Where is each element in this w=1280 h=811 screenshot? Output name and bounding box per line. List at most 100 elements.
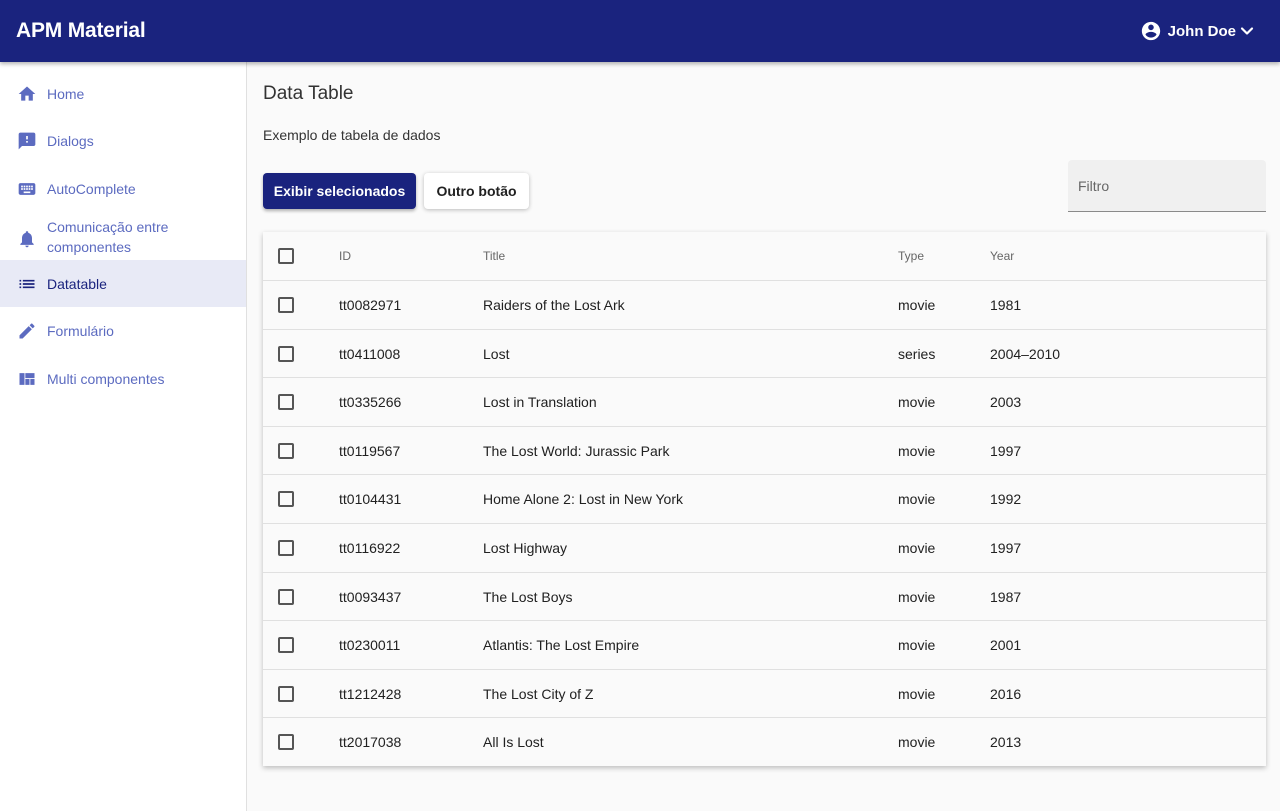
cell-title: The Lost World: Jurassic Park (483, 442, 670, 459)
cell-id: tt2017038 (339, 734, 402, 750)
sidebar-item-label: AutoComplete (47, 181, 136, 197)
sidebar-item-datatable[interactable]: Datatable (0, 260, 246, 307)
cell-type: movie (898, 297, 936, 313)
row-checkbox[interactable] (278, 588, 294, 605)
row-checkbox[interactable] (278, 394, 294, 410)
row-checkbox[interactable] (278, 685, 294, 702)
select-all-checkbox[interactable] (278, 248, 294, 264)
filter-input[interactable] (1068, 160, 1266, 211)
row-checkbox[interactable] (278, 540, 294, 556)
sidebar-item-multi-componentes[interactable]: Multi componentes (0, 359, 246, 399)
pencil-icon (17, 321, 37, 341)
cell-type: movie (898, 540, 936, 556)
table-row[interactable]: tt0230011 Atlantis: The Lost Empire movi… (263, 621, 1266, 670)
sidebar-item-formulario[interactable]: Formulário (0, 311, 246, 351)
table-row[interactable]: tt0104431 Home Alone 2: Lost in New York… (263, 475, 1266, 524)
cell-type: movie (898, 491, 936, 507)
header-year[interactable]: Year (990, 232, 1014, 280)
cell-type: movie (898, 734, 936, 750)
cell-id: tt1212428 (339, 685, 402, 702)
bell-icon (17, 229, 37, 249)
top-toolbar: APM Material John Doe (0, 0, 1280, 62)
cell-type: movie (898, 685, 936, 702)
table-row[interactable]: tt0116922 Lost Highway movie 1997 (263, 524, 1266, 573)
cell-id: tt0093437 (339, 588, 402, 605)
cell-type: series (898, 345, 936, 362)
sidebar-item-dialogs[interactable]: Dialogs (0, 121, 246, 161)
header-id[interactable]: ID (339, 232, 351, 280)
feedback-icon (17, 131, 37, 151)
cell-year: 1997 (990, 442, 1022, 459)
account-circle-icon (1140, 20, 1162, 42)
cell-id: tt0335266 (339, 394, 402, 410)
main-content: Data Table Exemplo de tabela de dados Ex… (248, 62, 1280, 811)
page-title: Data Table (263, 83, 354, 104)
cell-year: 2001 (990, 637, 1022, 653)
cell-year: 2003 (990, 394, 1022, 410)
cell-title: Atlantis: The Lost Empire (483, 637, 640, 653)
table-row[interactable]: tt0335266 Lost in Translation movie 2003 (263, 378, 1266, 427)
cell-title: Lost Highway (483, 540, 568, 556)
list-icon (17, 274, 37, 294)
row-checkbox[interactable] (278, 345, 294, 362)
table-row[interactable]: tt0093437 The Lost Boys movie 1987 (263, 573, 1266, 621)
cell-year: 1987 (990, 588, 1022, 605)
cell-title: The Lost Boys (483, 588, 573, 605)
cell-year: 1997 (990, 540, 1022, 556)
cell-year: 1992 (990, 491, 1022, 507)
sidebar-item-autocomplete[interactable]: AutoComplete (0, 169, 246, 209)
row-checkbox[interactable] (278, 442, 294, 459)
cell-title: Raiders of the Lost Ark (483, 297, 625, 313)
cell-type: movie (898, 637, 936, 653)
cell-id: tt0116922 (339, 540, 401, 556)
table-row[interactable]: tt0119567 The Lost World: Jurassic Park … (263, 427, 1266, 475)
keyboard-icon (17, 179, 37, 199)
cell-title: Lost in Translation (483, 394, 597, 410)
cell-id: tt0104431 (339, 491, 402, 507)
cell-year: 2004–2010 (990, 345, 1061, 362)
sidebar-item-comunicacao[interactable]: Comunicação entre componentes (0, 214, 246, 260)
filter-field (1068, 160, 1266, 212)
cell-title: The Lost City of Z (483, 685, 594, 702)
show-selected-button[interactable]: Exibir selecionados (263, 173, 416, 209)
page-subtitle: Exemplo de tabela de dados (263, 127, 441, 143)
dashboard-icon (17, 369, 37, 389)
user-name: John Doe (1167, 22, 1236, 40)
data-table: ID Title Type Year tt0082971 Raiders of … (263, 232, 1266, 766)
chevron-down-icon (1240, 24, 1254, 38)
home-icon (17, 84, 37, 104)
other-button[interactable]: Outro botão (424, 173, 529, 209)
table-row[interactable]: tt0411008 Lost series 2004–2010 (263, 330, 1266, 378)
cell-id: tt0082971 (339, 297, 402, 313)
sidebar-item-home[interactable]: Home (0, 74, 246, 114)
cell-year: 2016 (990, 685, 1022, 702)
user-menu-button[interactable]: John Doe (1140, 20, 1254, 42)
cell-title: Lost (483, 345, 510, 362)
table-header-row: ID Title Type Year (263, 232, 1266, 281)
header-type[interactable]: Type (898, 232, 924, 280)
table-row[interactable]: tt2017038 All Is Lost movie 2013 (263, 718, 1266, 766)
sidebar-nav: Home Dialogs AutoComplete Comunicação en… (0, 62, 247, 811)
cell-type: movie (898, 442, 936, 459)
table-row[interactable]: tt1212428 The Lost City of Z movie 2016 (263, 670, 1266, 718)
row-checkbox[interactable] (278, 297, 294, 313)
cell-type: movie (898, 394, 936, 410)
cell-id: tt0230011 (339, 637, 401, 653)
cell-id: tt0411008 (339, 345, 401, 362)
cell-year: 2013 (990, 734, 1022, 750)
cell-type: movie (898, 588, 936, 605)
cell-title: Home Alone 2: Lost in New York (483, 491, 684, 507)
cell-id: tt0119567 (339, 442, 401, 459)
sidebar-item-label: Multi componentes (47, 371, 165, 387)
cell-title: All Is Lost (483, 734, 544, 750)
row-checkbox[interactable] (278, 491, 294, 507)
sidebar-item-label: Formulário (47, 323, 114, 339)
table-row[interactable]: tt0082971 Raiders of the Lost Ark movie … (263, 281, 1266, 330)
row-checkbox[interactable] (278, 734, 294, 750)
row-checkbox[interactable] (278, 637, 294, 653)
cell-year: 1981 (990, 297, 1022, 313)
sidebar-item-label: Dialogs (47, 133, 94, 149)
app-title[interactable]: APM Material (16, 19, 146, 43)
header-title[interactable]: Title (483, 232, 505, 280)
sidebar-item-label: Comunicação entre componentes (47, 219, 169, 255)
